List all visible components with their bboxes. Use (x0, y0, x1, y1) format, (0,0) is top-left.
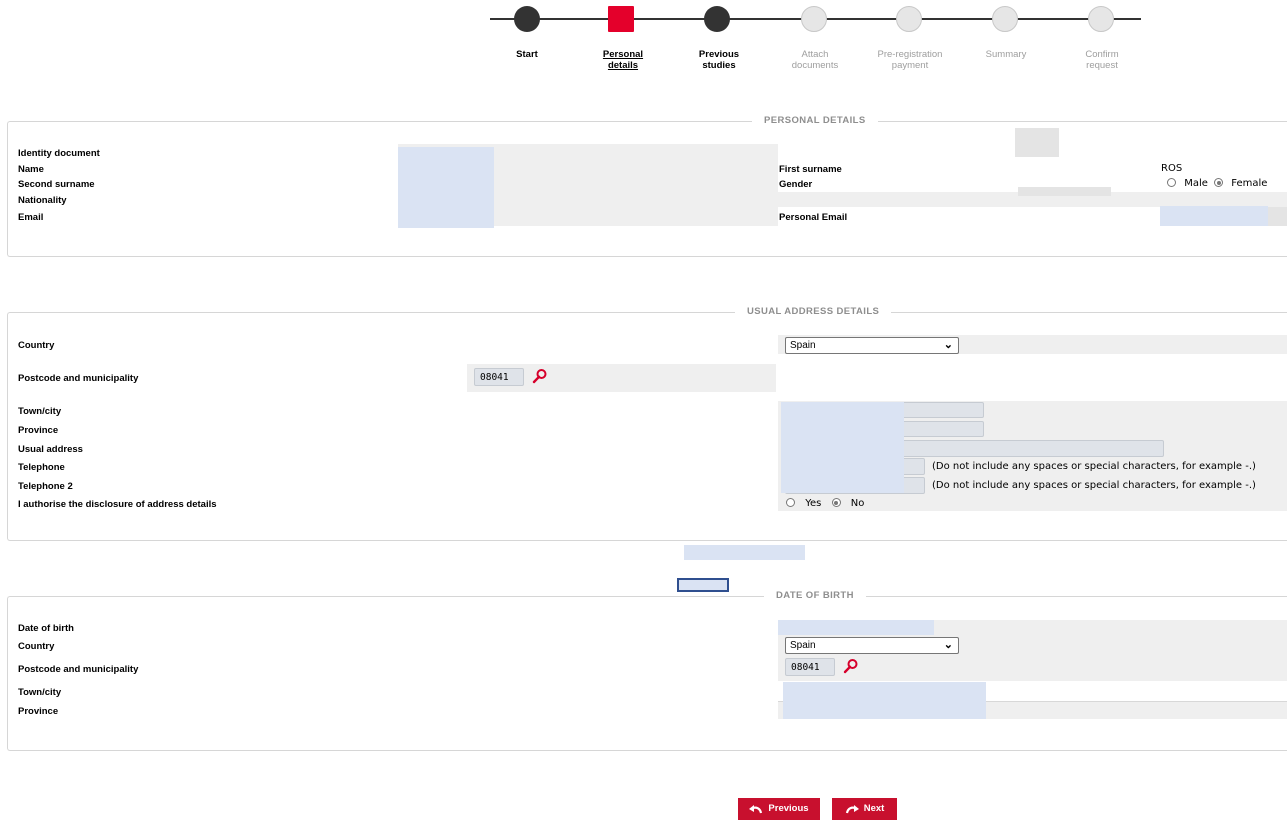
step-confirm-label: Confirm request (1085, 49, 1119, 71)
birth-province-label: Province (18, 706, 59, 717)
address-country-select[interactable]: Spain ⌄ (785, 337, 959, 354)
step-personal-details-dot (608, 6, 634, 32)
step-attach-documents-label: Attach documents (791, 49, 839, 71)
birth-date-label: Date of birth (18, 623, 74, 634)
step-start-label: Start (516, 49, 538, 60)
birth-postcode-input[interactable]: 08041 (785, 658, 835, 676)
address-country-label: Country (18, 340, 55, 351)
date-of-birth-legend: DATE OF BIRTH (764, 590, 866, 601)
gender-female-label: Female (1231, 178, 1268, 189)
chevron-down-icon: ⌄ (943, 639, 953, 651)
disclosure-yes-radio[interactable] (786, 498, 795, 507)
gender-female-radio[interactable] (1214, 178, 1224, 187)
identity-document-label: Identity document (18, 148, 100, 159)
search-postcode-icon[interactable] (532, 368, 548, 384)
next-button[interactable]: Next (832, 798, 897, 820)
photo-placeholder (1015, 128, 1059, 157)
step-personal-details-label[interactable]: Personal details (578, 49, 668, 71)
chevron-down-icon: ⌄ (943, 339, 953, 351)
birth-postcode-label: Postcode and municipality (18, 664, 139, 675)
step-summary-label: Summary (985, 49, 1027, 60)
previous-button-label: Previous (768, 803, 809, 814)
personal-email-edge (1268, 207, 1287, 226)
gender-male-label: Male (1184, 178, 1208, 189)
gender-label: Gender (779, 179, 813, 190)
second-surname-label: Second surname (18, 179, 95, 190)
address-country-value: Spain (790, 340, 816, 351)
previous-button[interactable]: Previous (738, 798, 820, 820)
redacted-personal-values (398, 147, 494, 228)
undo-arrow-icon (749, 805, 763, 814)
redacted-gender-area (1018, 187, 1111, 196)
usual-address-label: Usual address (18, 444, 83, 455)
redacted-birth-town-province (783, 682, 986, 719)
personal-details-legend: PERSONAL DETAILS (752, 115, 878, 126)
redo-arrow-icon (845, 805, 859, 814)
step-confirm-dot (1088, 6, 1114, 32)
telephone-hint: (Do not include any spaces or special ch… (932, 461, 1256, 472)
address-province-label: Province (18, 425, 59, 436)
birth-country-label: Country (18, 641, 55, 652)
name-label: Name (18, 164, 44, 175)
gender-male-radio[interactable] (1167, 178, 1176, 187)
disclosure-no-label: No (850, 498, 865, 509)
disclosure-yes-label: Yes (805, 498, 822, 509)
step-attach-documents-dot (801, 6, 827, 32)
redacted-date-of-birth (778, 620, 934, 635)
next-button-label: Next (863, 803, 885, 814)
disclosure-radio-group: Yes No (786, 498, 864, 509)
search-birth-postcode-icon[interactable] (843, 658, 859, 674)
first-surname-label: First surname (779, 164, 842, 175)
address-postcode-input[interactable]: 08041 (474, 368, 524, 386)
disclosure-label: I authorise the disclosure of address de… (18, 499, 217, 510)
telephone-label: Telephone (18, 462, 65, 473)
redacted-address-values (781, 402, 904, 493)
step-start-dot (514, 6, 540, 32)
birth-town-label: Town/city (18, 687, 62, 698)
redacted-link (684, 545, 805, 560)
disclosure-no-radio[interactable] (831, 498, 841, 507)
redacted-personal-email (1160, 206, 1268, 226)
nationality-label: Nationality (18, 195, 67, 206)
address-town-label: Town/city (18, 406, 62, 417)
step-previous-studies-label: Previous studies (698, 49, 740, 71)
step-payment-label: Pre-registration payment (877, 49, 943, 71)
usual-address-legend: USUAL ADDRESS DETAILS (735, 306, 892, 317)
address-postcode-label: Postcode and municipality (18, 373, 139, 384)
first-surname-value: ROS (1161, 163, 1183, 174)
email-label: Email (18, 212, 44, 223)
gender-radio-group: Male Female (1167, 178, 1267, 189)
focused-toggle-button[interactable] (677, 578, 729, 592)
birth-country-select[interactable]: Spain ⌄ (785, 637, 959, 654)
telephone2-label: Telephone 2 (18, 481, 73, 492)
birth-country-value: Spain (790, 640, 816, 651)
step-summary-dot (992, 6, 1018, 32)
telephone2-hint: (Do not include any spaces or special ch… (932, 480, 1256, 491)
personal-email-label: Personal Email (779, 212, 848, 223)
step-payment-dot (896, 6, 922, 32)
step-previous-studies-dot (704, 6, 730, 32)
